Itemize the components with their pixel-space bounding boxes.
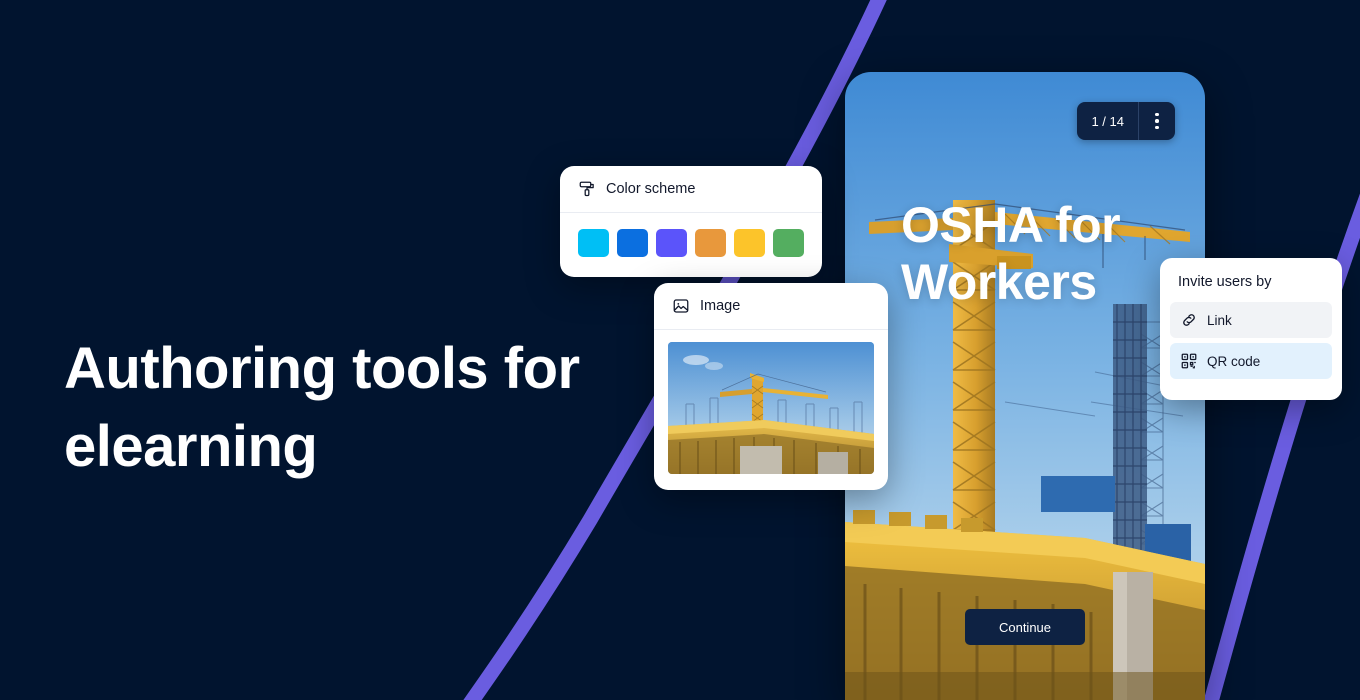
color-swatch-cyan[interactable] bbox=[578, 229, 609, 257]
invite-option-link[interactable]: Link bbox=[1170, 302, 1332, 338]
invite-users-title: Invite users by bbox=[1178, 274, 1272, 290]
image-thumbnail[interactable] bbox=[668, 342, 874, 474]
page-indicator-label: 1 / 14 bbox=[1077, 102, 1139, 140]
image-card-title: Image bbox=[700, 298, 741, 314]
image-card-header: Image bbox=[654, 283, 888, 330]
color-swatch-yellow[interactable] bbox=[734, 229, 765, 257]
image-thumbnail-graphic bbox=[668, 342, 874, 474]
color-swatch-green[interactable] bbox=[773, 229, 804, 257]
color-swatch-blue[interactable] bbox=[617, 229, 648, 257]
color-swatch-row bbox=[560, 213, 822, 277]
invite-option-qr-code-label: QR code bbox=[1207, 353, 1261, 369]
slide-title-line-1: OSHA for bbox=[901, 197, 1121, 253]
slide-title: OSHA for Workers bbox=[901, 197, 1171, 311]
hero-banner: Authoring tools for elearning 1 / 14 OSH… bbox=[0, 0, 1360, 700]
color-scheme-title: Color scheme bbox=[606, 181, 696, 197]
color-scheme-header: Color scheme bbox=[560, 166, 822, 213]
paint-roller-icon bbox=[579, 181, 594, 197]
page-indicator-pill[interactable]: 1 / 14 bbox=[1077, 102, 1175, 140]
headline-line-2: elearning bbox=[64, 414, 318, 479]
image-card-body bbox=[654, 330, 888, 490]
more-vertical-icon[interactable] bbox=[1139, 102, 1175, 140]
invite-option-qr-code[interactable]: QR code bbox=[1170, 343, 1332, 379]
color-swatch-orange[interactable] bbox=[695, 229, 726, 257]
image-card: Image bbox=[654, 283, 888, 490]
continue-button[interactable]: Continue bbox=[965, 609, 1085, 645]
headline-line-1: Authoring tools for bbox=[64, 336, 580, 401]
page-title: Authoring tools for elearning bbox=[64, 330, 664, 486]
qr-code-icon bbox=[1181, 353, 1197, 369]
invite-users-card: Invite users by Link QR code bbox=[1160, 258, 1342, 400]
color-scheme-card: Color scheme bbox=[560, 166, 822, 277]
invite-option-link-label: Link bbox=[1207, 312, 1232, 328]
phone-background-image bbox=[845, 72, 1205, 700]
image-icon bbox=[673, 299, 689, 313]
phone-mockup: 1 / 14 OSHA for Workers Continue bbox=[845, 72, 1205, 700]
color-swatch-purple[interactable] bbox=[656, 229, 687, 257]
link-icon bbox=[1183, 314, 1195, 326]
slide-title-line-2: Workers bbox=[901, 254, 1097, 310]
